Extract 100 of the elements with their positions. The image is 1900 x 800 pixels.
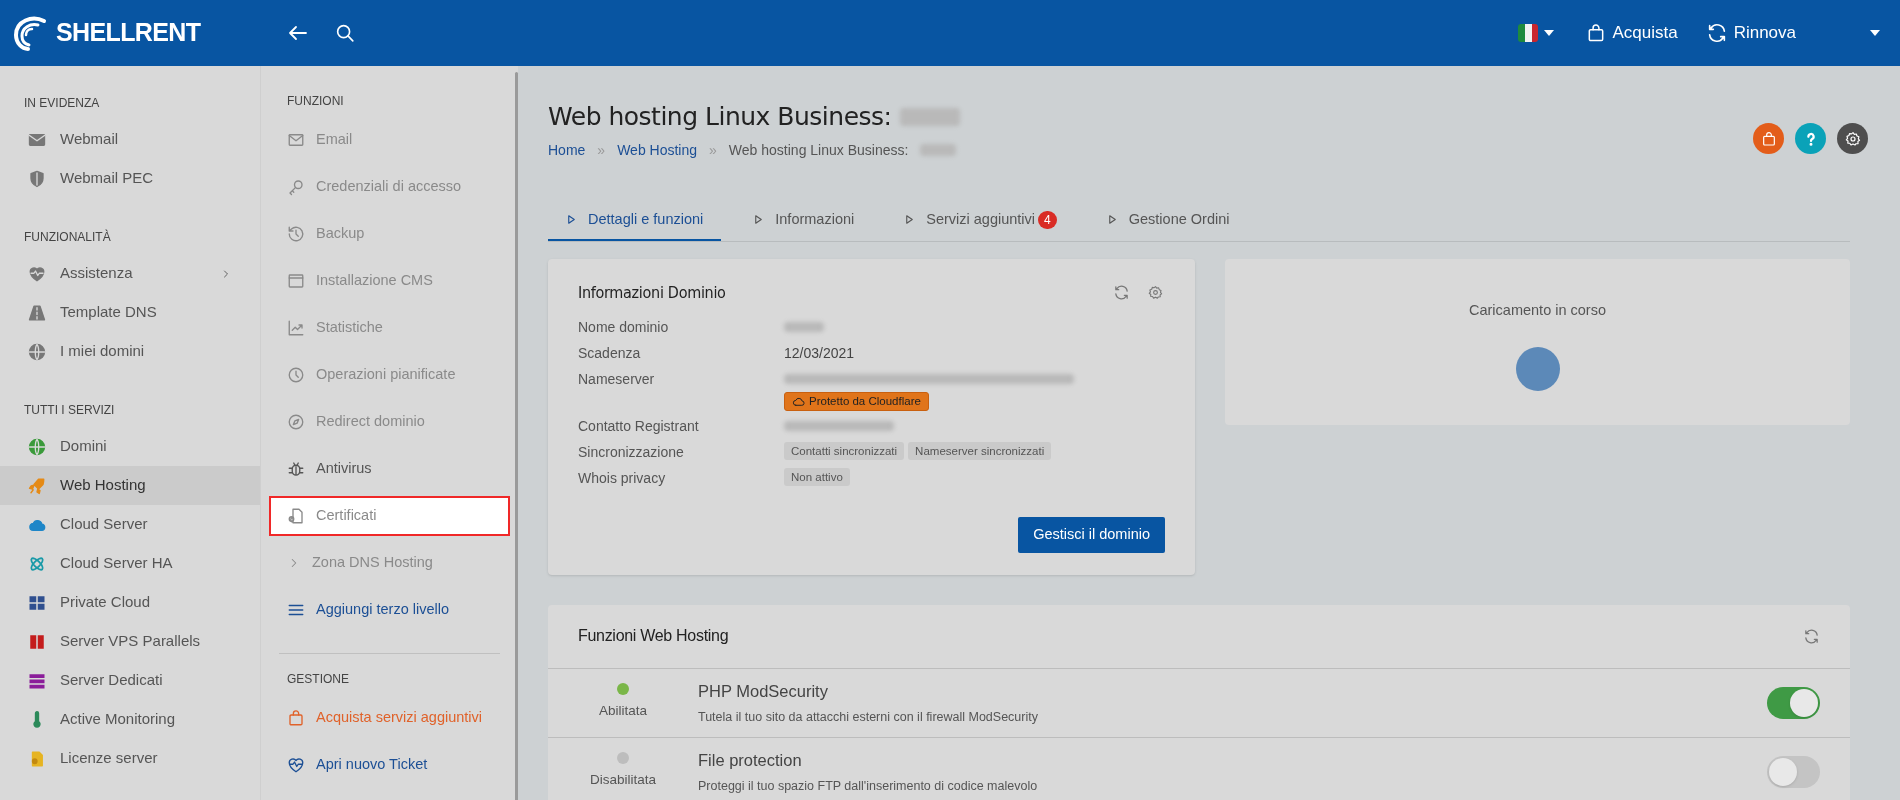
- feature-name: PHP ModSecurity: [698, 680, 829, 702]
- status-badge: Nameserver sincronizzati: [908, 441, 1052, 460]
- sidebar-item[interactable]: Cloud Server HA: [0, 544, 260, 583]
- section-heading: TUTTI I SERVIZI: [23, 402, 116, 419]
- status-label: Abilitata: [599, 702, 647, 721]
- atom-icon: [28, 554, 46, 573]
- shop-button[interactable]: [1753, 123, 1784, 154]
- browser-window-icon: [287, 272, 305, 290]
- status-label: Disabilitata: [590, 771, 656, 790]
- play-outline-icon: [566, 214, 577, 225]
- sidebar-item[interactable]: Active Monitoring: [0, 700, 260, 739]
- field-label: Sincronizzazione: [578, 442, 685, 462]
- feature-description: Proteggi il tuo spazio FTP dall'inserimento di codice malevolo: [698, 777, 1039, 795]
- status-badge: Protetto da Cloudflare: [784, 391, 929, 411]
- shopping-bag-icon: [287, 709, 305, 727]
- field-label: Scadenza: [578, 343, 642, 363]
- play-outline-icon: [753, 214, 765, 225]
- section-heading: IN EVIDENZA: [23, 95, 101, 112]
- sidebar-item[interactable]: Assistenza: [0, 254, 260, 293]
- rocket-icon: [28, 476, 46, 495]
- search-icon: [334, 22, 356, 44]
- sidebar-item[interactable]: Web Hosting: [0, 466, 260, 505]
- globe-icon: [28, 342, 46, 361]
- refresh-button[interactable]: [1803, 627, 1820, 645]
- function-item[interactable]: Antivirus: [269, 449, 510, 489]
- card-title: Funzioni Web Hosting: [578, 626, 730, 646]
- refresh-icon: [1113, 284, 1130, 301]
- logo-text: SHELLRENT: [56, 17, 201, 49]
- function-item[interactable]: Certificati: [269, 496, 510, 536]
- settings-icon: [1844, 130, 1861, 147]
- server-icon: [28, 671, 46, 690]
- sidebar-item[interactable]: Licenze server: [0, 739, 260, 778]
- italy-flag-icon: [1518, 24, 1539, 42]
- section-heading: GESTIONE: [286, 671, 350, 688]
- status-badge: Non attivo: [784, 467, 850, 486]
- field-label: Whois privacy: [578, 468, 667, 488]
- count-badge: 4: [1038, 210, 1057, 229]
- history-icon: [287, 225, 305, 243]
- section-heading: FUNZIONALITÀ: [23, 228, 112, 246]
- buy-link[interactable]: Acquista: [1586, 20, 1678, 46]
- shield-icon: [28, 169, 46, 188]
- field-label: Nome dominio: [578, 317, 670, 337]
- pause-icon: [28, 632, 46, 651]
- page-title: Web hosting Linux Business:: [548, 101, 892, 133]
- breadcrumb-link[interactable]: Web Hosting: [617, 139, 698, 161]
- language-selector[interactable]: [1518, 24, 1555, 42]
- breadcrumb-current: Web hosting Linux Business:: [728, 140, 909, 160]
- loading-spinner: [1515, 347, 1560, 392]
- grid-icon: [28, 593, 46, 612]
- road-icon: [28, 303, 46, 322]
- breadcrumb-separator: »: [597, 140, 606, 160]
- feature-description: Tutela il tuo sito da attacchi esterni con il firewall ModSecurity: [698, 708, 1039, 726]
- sidebar-item[interactable]: I miei domini: [0, 332, 260, 371]
- search-button[interactable]: [334, 22, 356, 44]
- sidebar-item[interactable]: Server VPS Parallels: [0, 622, 260, 661]
- field-label: Nameserver: [578, 369, 656, 389]
- card-title: Informazioni Dominio: [578, 281, 727, 304]
- breadcrumb-separator: »: [709, 140, 717, 160]
- heartbeat-icon: [287, 756, 305, 774]
- bug-icon: [287, 460, 305, 478]
- heartbeat-icon: [28, 264, 46, 283]
- sidebar-item[interactable]: Private Cloud: [0, 583, 260, 622]
- toggle-switch[interactable]: [1767, 755, 1820, 788]
- sidebar-item[interactable]: Domini: [0, 427, 260, 466]
- toggle-switch[interactable]: [1767, 686, 1820, 719]
- envelope-icon: [287, 131, 305, 149]
- tab[interactable]: Servizi aggiuntivi 4: [886, 200, 1075, 241]
- breadcrumb-link[interactable]: Home: [548, 139, 586, 161]
- loading-text: Caricamento in corso: [1469, 300, 1606, 320]
- sidebar-item[interactable]: Webmail PEC: [0, 159, 260, 198]
- tab[interactable]: Gestione Ordini: [1088, 200, 1248, 241]
- document-icon: [287, 507, 305, 525]
- sidebar-item[interactable]: Cloud Server: [0, 505, 260, 544]
- refresh-button[interactable]: [1113, 284, 1130, 301]
- sidebar-item[interactable]: Webmail: [0, 120, 260, 159]
- globe-icon: [28, 437, 46, 456]
- sidebar-item[interactable]: Template DNS: [0, 293, 260, 332]
- feature-name: File protection: [698, 749, 803, 771]
- manage-domain-button[interactable]: Gestisci il dominio: [1018, 516, 1165, 553]
- play-outline-icon: [1106, 214, 1118, 225]
- help-button[interactable]: [1795, 123, 1826, 154]
- play-outline-icon: [904, 214, 916, 225]
- settings-icon: [1148, 285, 1163, 300]
- key-icon: [287, 178, 305, 196]
- function-item[interactable]: Aggiungi terzo livello: [269, 590, 510, 630]
- settings-button[interactable]: [1837, 123, 1868, 154]
- caret-icon: [1870, 30, 1880, 36]
- renew-link[interactable]: Rinnova: [1705, 20, 1796, 46]
- clock-icon: [287, 366, 305, 384]
- chart-icon: [287, 319, 305, 337]
- field-value: 12/03/2021: [784, 343, 855, 363]
- status-badge: Contatti sincronizzati: [784, 441, 905, 460]
- section-heading: FUNZIONI: [286, 93, 345, 110]
- tab[interactable]: Informazioni: [735, 200, 873, 241]
- sidebar-item[interactable]: Server Dedicati: [0, 661, 260, 700]
- shopping-bag-icon: [1760, 130, 1777, 147]
- tab[interactable]: Dettagli e funzioni: [548, 200, 722, 241]
- caret-icon: [1544, 30, 1555, 36]
- function-item[interactable]: Apri nuovo Ticket: [269, 745, 510, 785]
- field-label: Contatto Registrant: [578, 416, 700, 436]
